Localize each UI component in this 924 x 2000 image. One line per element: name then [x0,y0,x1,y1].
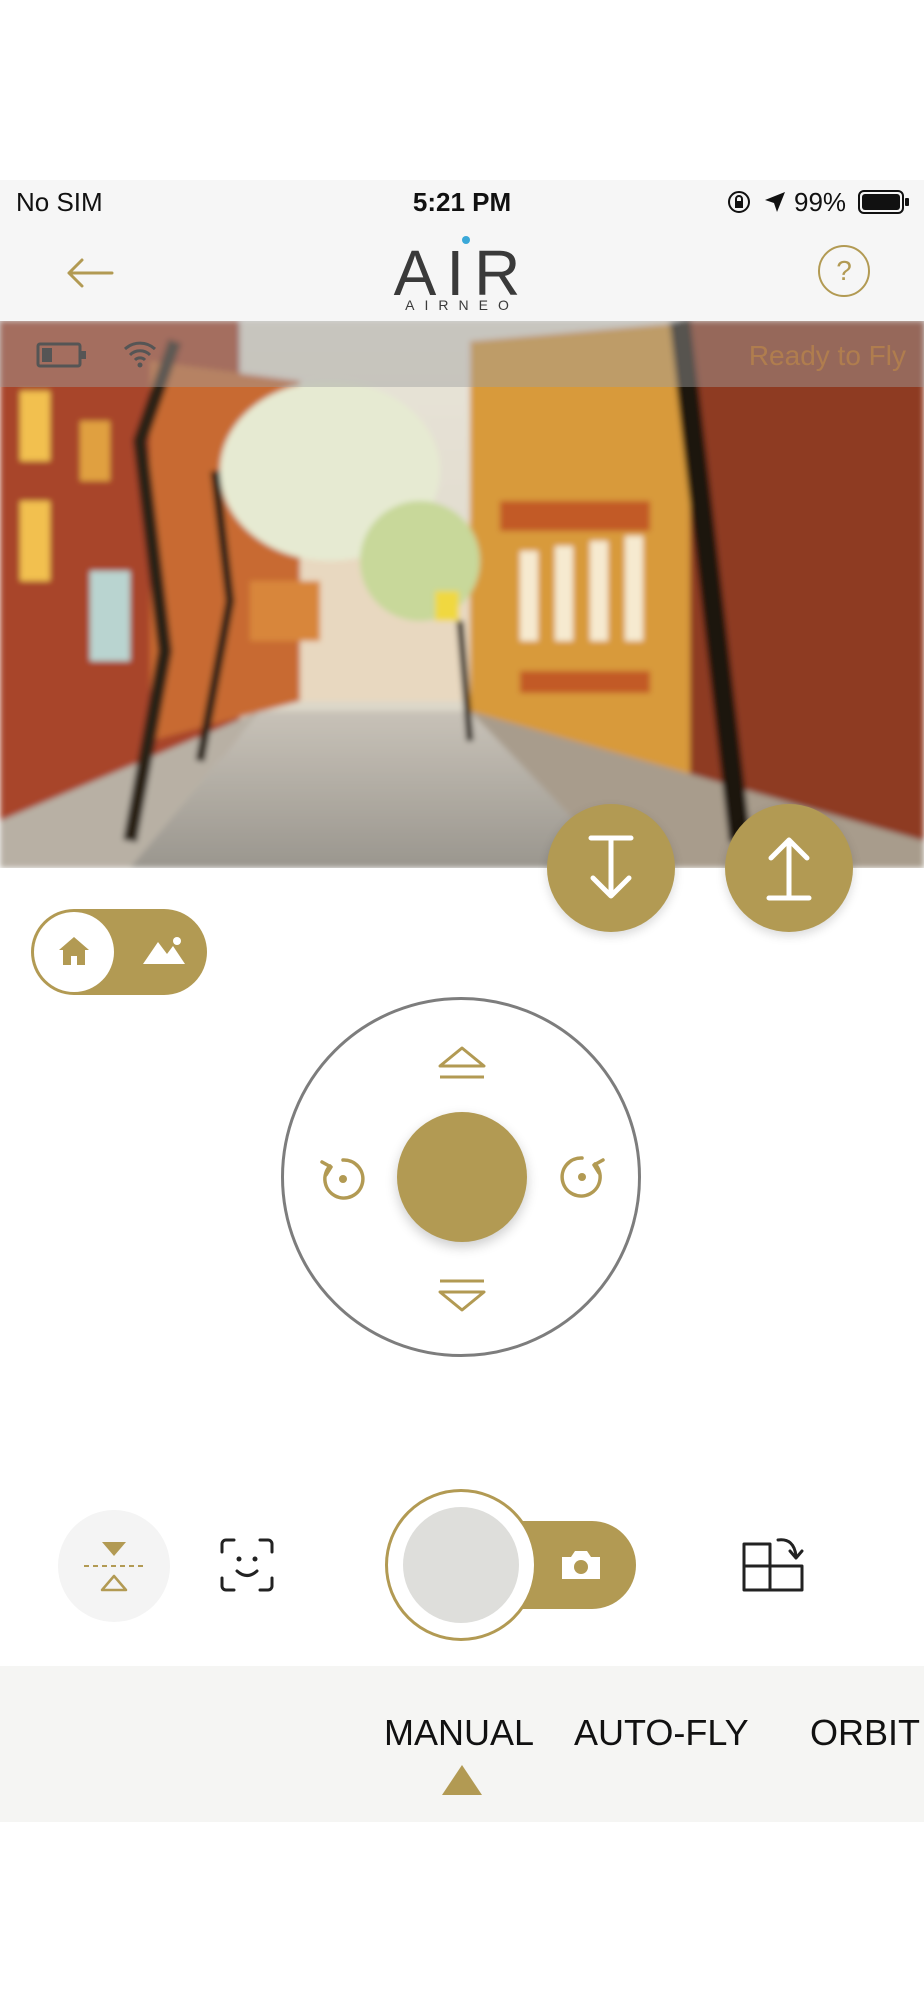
camera-feed [0,321,924,868]
drone-battery-icon [36,342,86,368]
logo-dot [462,236,470,244]
layout-switch-icon[interactable] [740,1530,806,1596]
camera-icon [562,1551,600,1579]
rotate-left-icon[interactable] [316,1152,370,1206]
land-arrow-icon [588,835,634,899]
altitude-hold-button[interactable] [58,1510,170,1622]
wifi-icon [123,341,157,368]
takeoff-arrow-icon [766,837,812,901]
flight-status-text: Ready to Fly [748,340,906,371]
land-button[interactable] [547,804,675,932]
home-icon [59,937,89,965]
selected-tab-indicator-icon [442,1765,482,1795]
battery-icon [858,190,909,214]
rotation-lock-icon [728,191,750,213]
tab-auto-fly[interactable]: AUTO-FLY [574,1712,749,1754]
descend-chevron-icon[interactable] [436,1278,488,1314]
rotate-right-icon[interactable] [555,1150,609,1204]
battery-percentage: 99% [794,187,847,217]
app-logo-subtitle: AIRNEO [405,297,519,313]
face-tracking-icon[interactable] [218,1536,276,1594]
tab-manual[interactable]: MANUAL [384,1712,534,1754]
tab-orbit[interactable]: ORBIT [810,1712,920,1754]
ascend-chevron-icon[interactable] [436,1044,488,1080]
landscape-icon [143,937,185,964]
takeoff-button[interactable] [725,804,853,932]
joystick-knob[interactable] [397,1112,527,1242]
help-button[interactable]: ? [818,245,870,297]
location-arrow-icon [765,192,785,212]
altitude-hold-icon [84,1542,144,1592]
shutter-button-inner[interactable] [403,1507,519,1623]
